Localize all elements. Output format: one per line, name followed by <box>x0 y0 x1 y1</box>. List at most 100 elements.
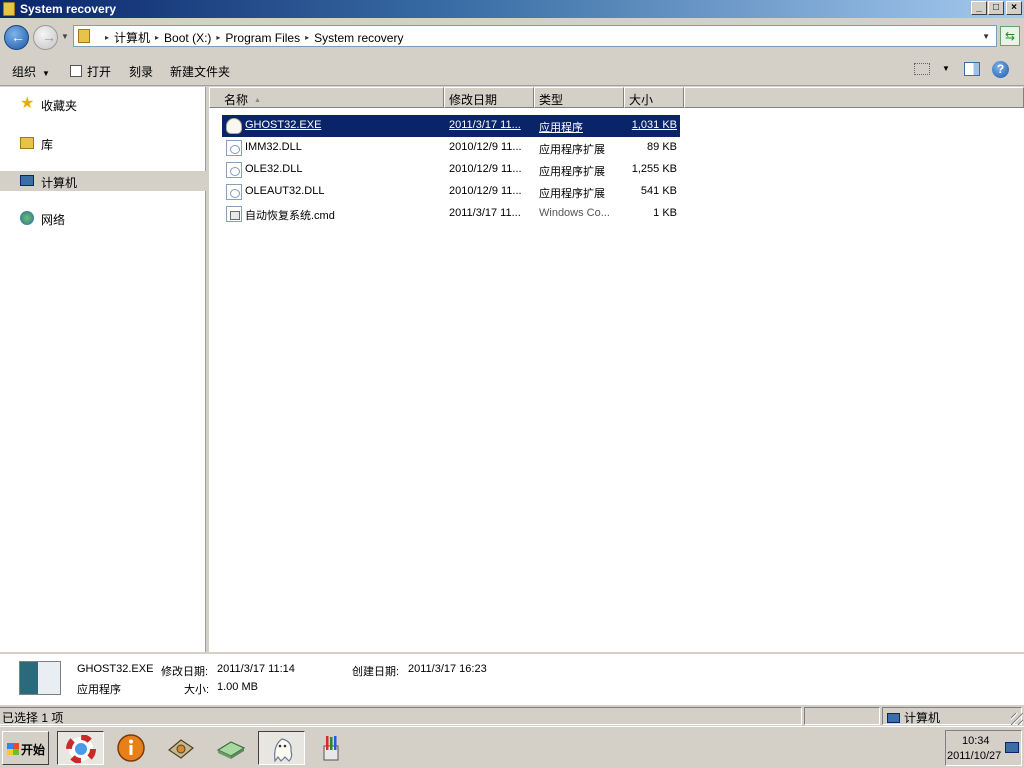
file-type: Windows Co... <box>539 207 610 219</box>
open-label: 打开 <box>87 65 112 79</box>
windows-logo-icon <box>7 743 19 755</box>
nav-item-favorites[interactable]: ★ 收藏夹 <box>0 94 206 114</box>
breadcrumb-computer[interactable]: 计算机 <box>114 29 150 46</box>
status-selected-count: 已选择 1 项 <box>0 707 802 725</box>
file-row[interactable]: GHOST32.EXE 2011/3/17 11... 应用程序 1,031 K… <box>222 115 680 137</box>
info-icon <box>117 734 145 762</box>
navigation-pane: ★ 收藏夹 库 计算机 网络 <box>0 87 206 652</box>
file-name: 自动恢复系统.cmd <box>245 210 335 222</box>
breadcrumb-separator[interactable]: ▸ <box>155 33 159 42</box>
taskbar-app-ghost[interactable] <box>258 731 305 765</box>
column-header-type[interactable]: 类型 <box>534 87 624 108</box>
start-label: 开始 <box>21 743 46 757</box>
dll-file-icon <box>226 184 242 200</box>
address-dropdown[interactable]: ▼ <box>982 32 990 41</box>
breadcrumb-program-files[interactable]: Program Files <box>225 31 300 45</box>
maximize-button[interactable]: □ <box>988 1 1004 15</box>
file-row[interactable]: IMM32.DLL 2010/12/9 11... 应用程序扩展 89 KB <box>222 137 680 159</box>
file-row[interactable]: OLE32.DLL 2010/12/9 11... 应用程序扩展 1,255 K… <box>222 159 680 181</box>
close-button[interactable]: × <box>1006 1 1022 15</box>
column-header-name[interactable]: 名称 ▲ <box>209 87 444 108</box>
file-type: 应用程序扩展 <box>539 188 605 200</box>
burn-button[interactable]: 刻录 <box>129 63 153 80</box>
taskbar-app-rescue[interactable] <box>57 731 104 765</box>
open-icon <box>70 65 82 77</box>
nav-item-network[interactable]: 网络 <box>0 208 206 228</box>
views-dropdown[interactable]: ▼ <box>942 64 950 73</box>
taskbar-app-paint[interactable] <box>308 731 355 765</box>
column-header-row: 名称 ▲ 修改日期 类型 大小 <box>209 87 1024 108</box>
folder-icon <box>3 2 15 16</box>
details-filename: GHOST32.EXE <box>77 663 154 675</box>
resize-grip[interactable] <box>1011 713 1023 725</box>
file-date: 2010/12/9 11... <box>449 163 522 175</box>
details-modified-label: 修改日期: <box>161 666 209 678</box>
computer-icon <box>887 713 900 723</box>
title-bar[interactable]: System recovery _ □ × <box>0 0 1024 18</box>
open-button[interactable]: 打开 <box>70 63 111 80</box>
status-location-label: 计算机 <box>904 711 941 725</box>
breadcrumb-separator[interactable]: ▸ <box>305 33 309 42</box>
minimize-button[interactable]: _ <box>971 1 987 15</box>
file-size: 1,255 KB <box>631 163 677 175</box>
file-thumbnail-icon <box>19 661 61 695</box>
breadcrumb-separator[interactable]: ▸ <box>216 33 220 42</box>
breadcrumb: ▸ 计算机 ▸ Boot (X:) ▸ Program Files ▸ Syst… <box>100 29 403 46</box>
status-panel-empty <box>804 707 880 725</box>
new-folder-button[interactable]: 新建文件夹 <box>170 63 230 80</box>
star-icon: ★ <box>20 95 35 112</box>
file-date: 2010/12/9 11... <box>449 185 522 197</box>
file-row[interactable]: OLEAUT32.DLL 2010/12/9 11... 应用程序扩展 541 … <box>222 181 680 203</box>
column-header-size[interactable]: 大小 <box>624 87 684 108</box>
nav-item-label: 收藏夹 <box>41 99 78 113</box>
rescue-ring-icon <box>66 735 96 763</box>
clock-time[interactable]: 10:34 <box>962 735 990 747</box>
file-size: 1 KB <box>653 207 677 219</box>
nav-item-label: 网络 <box>41 213 66 227</box>
back-button[interactable]: ← <box>4 25 29 50</box>
file-size: 89 KB <box>647 141 677 153</box>
file-row[interactable]: 自动恢复系统.cmd 2011/3/17 11... Windows Co...… <box>222 203 680 225</box>
taskbar-app-disk[interactable] <box>208 731 255 765</box>
details-size-label: 大小: <box>184 684 210 696</box>
file-type: 应用程序扩展 <box>539 144 605 156</box>
help-icon[interactable]: ? <box>992 61 1009 78</box>
organize-menu-button[interactable]: 组织 ▼ <box>12 63 50 80</box>
breadcrumb-boot-drive[interactable]: Boot (X:) <box>164 31 211 45</box>
ghost-icon <box>274 738 293 763</box>
start-button[interactable]: 开始 <box>2 731 49 765</box>
file-list: 名称 ▲ 修改日期 类型 大小 GHOST32.EXE 2011/3/17 11.… <box>209 87 1024 652</box>
nav-item-computer[interactable]: 计算机 <box>0 171 206 191</box>
details-size-value: 1.00 MB <box>217 681 258 693</box>
refresh-button[interactable]: ⇆ <box>1000 26 1020 46</box>
status-bar: 已选择 1 项 计算机 <box>0 704 1024 726</box>
details-pane: GHOST32.EXE 修改日期: 2011/3/17 11:14 创建日期: … <box>0 652 1024 704</box>
dll-file-icon <box>226 162 242 178</box>
ghost-app-icon <box>226 118 242 134</box>
network-icon <box>20 211 34 225</box>
back-arrow-icon: ← <box>11 29 25 45</box>
sort-ascending-icon: ▲ <box>254 97 261 104</box>
breadcrumb-separator[interactable]: ▸ <box>105 33 109 42</box>
file-date: 2011/3/17 11... <box>449 119 521 131</box>
network-status-icon[interactable] <box>1005 742 1019 753</box>
address-field[interactable]: ▸ 计算机 ▸ Boot (X:) ▸ Program Files ▸ Syst… <box>73 25 997 47</box>
system-tray: 10:34 2011/10/27 <box>945 730 1022 766</box>
taskbar-app-disk-utility[interactable] <box>158 731 205 765</box>
file-date: 2010/12/9 11... <box>449 141 522 153</box>
clock-date[interactable]: 2011/10/27 <box>947 750 1001 762</box>
file-name: GHOST32.EXE <box>245 119 322 131</box>
taskbar: 开始 10:34 2011/10/27 <box>0 726 1024 768</box>
forward-button[interactable]: → <box>33 25 58 50</box>
column-header-date[interactable]: 修改日期 <box>444 87 534 108</box>
address-bar: ← → ▼ ▸ 计算机 ▸ Boot (X:) ▸ Program Files … <box>0 18 1024 54</box>
breadcrumb-system-recovery[interactable]: System recovery <box>314 31 403 45</box>
column-header-filler <box>684 87 1024 108</box>
taskbar-app-info[interactable] <box>108 731 155 765</box>
paint-tools-icon <box>323 736 339 761</box>
preview-pane-icon[interactable] <box>964 62 980 76</box>
nav-item-libraries[interactable]: 库 <box>0 133 206 153</box>
recent-pages-dropdown[interactable]: ▼ <box>61 32 69 41</box>
view-options-icon[interactable] <box>914 63 930 75</box>
file-name: OLE32.DLL <box>245 163 303 175</box>
